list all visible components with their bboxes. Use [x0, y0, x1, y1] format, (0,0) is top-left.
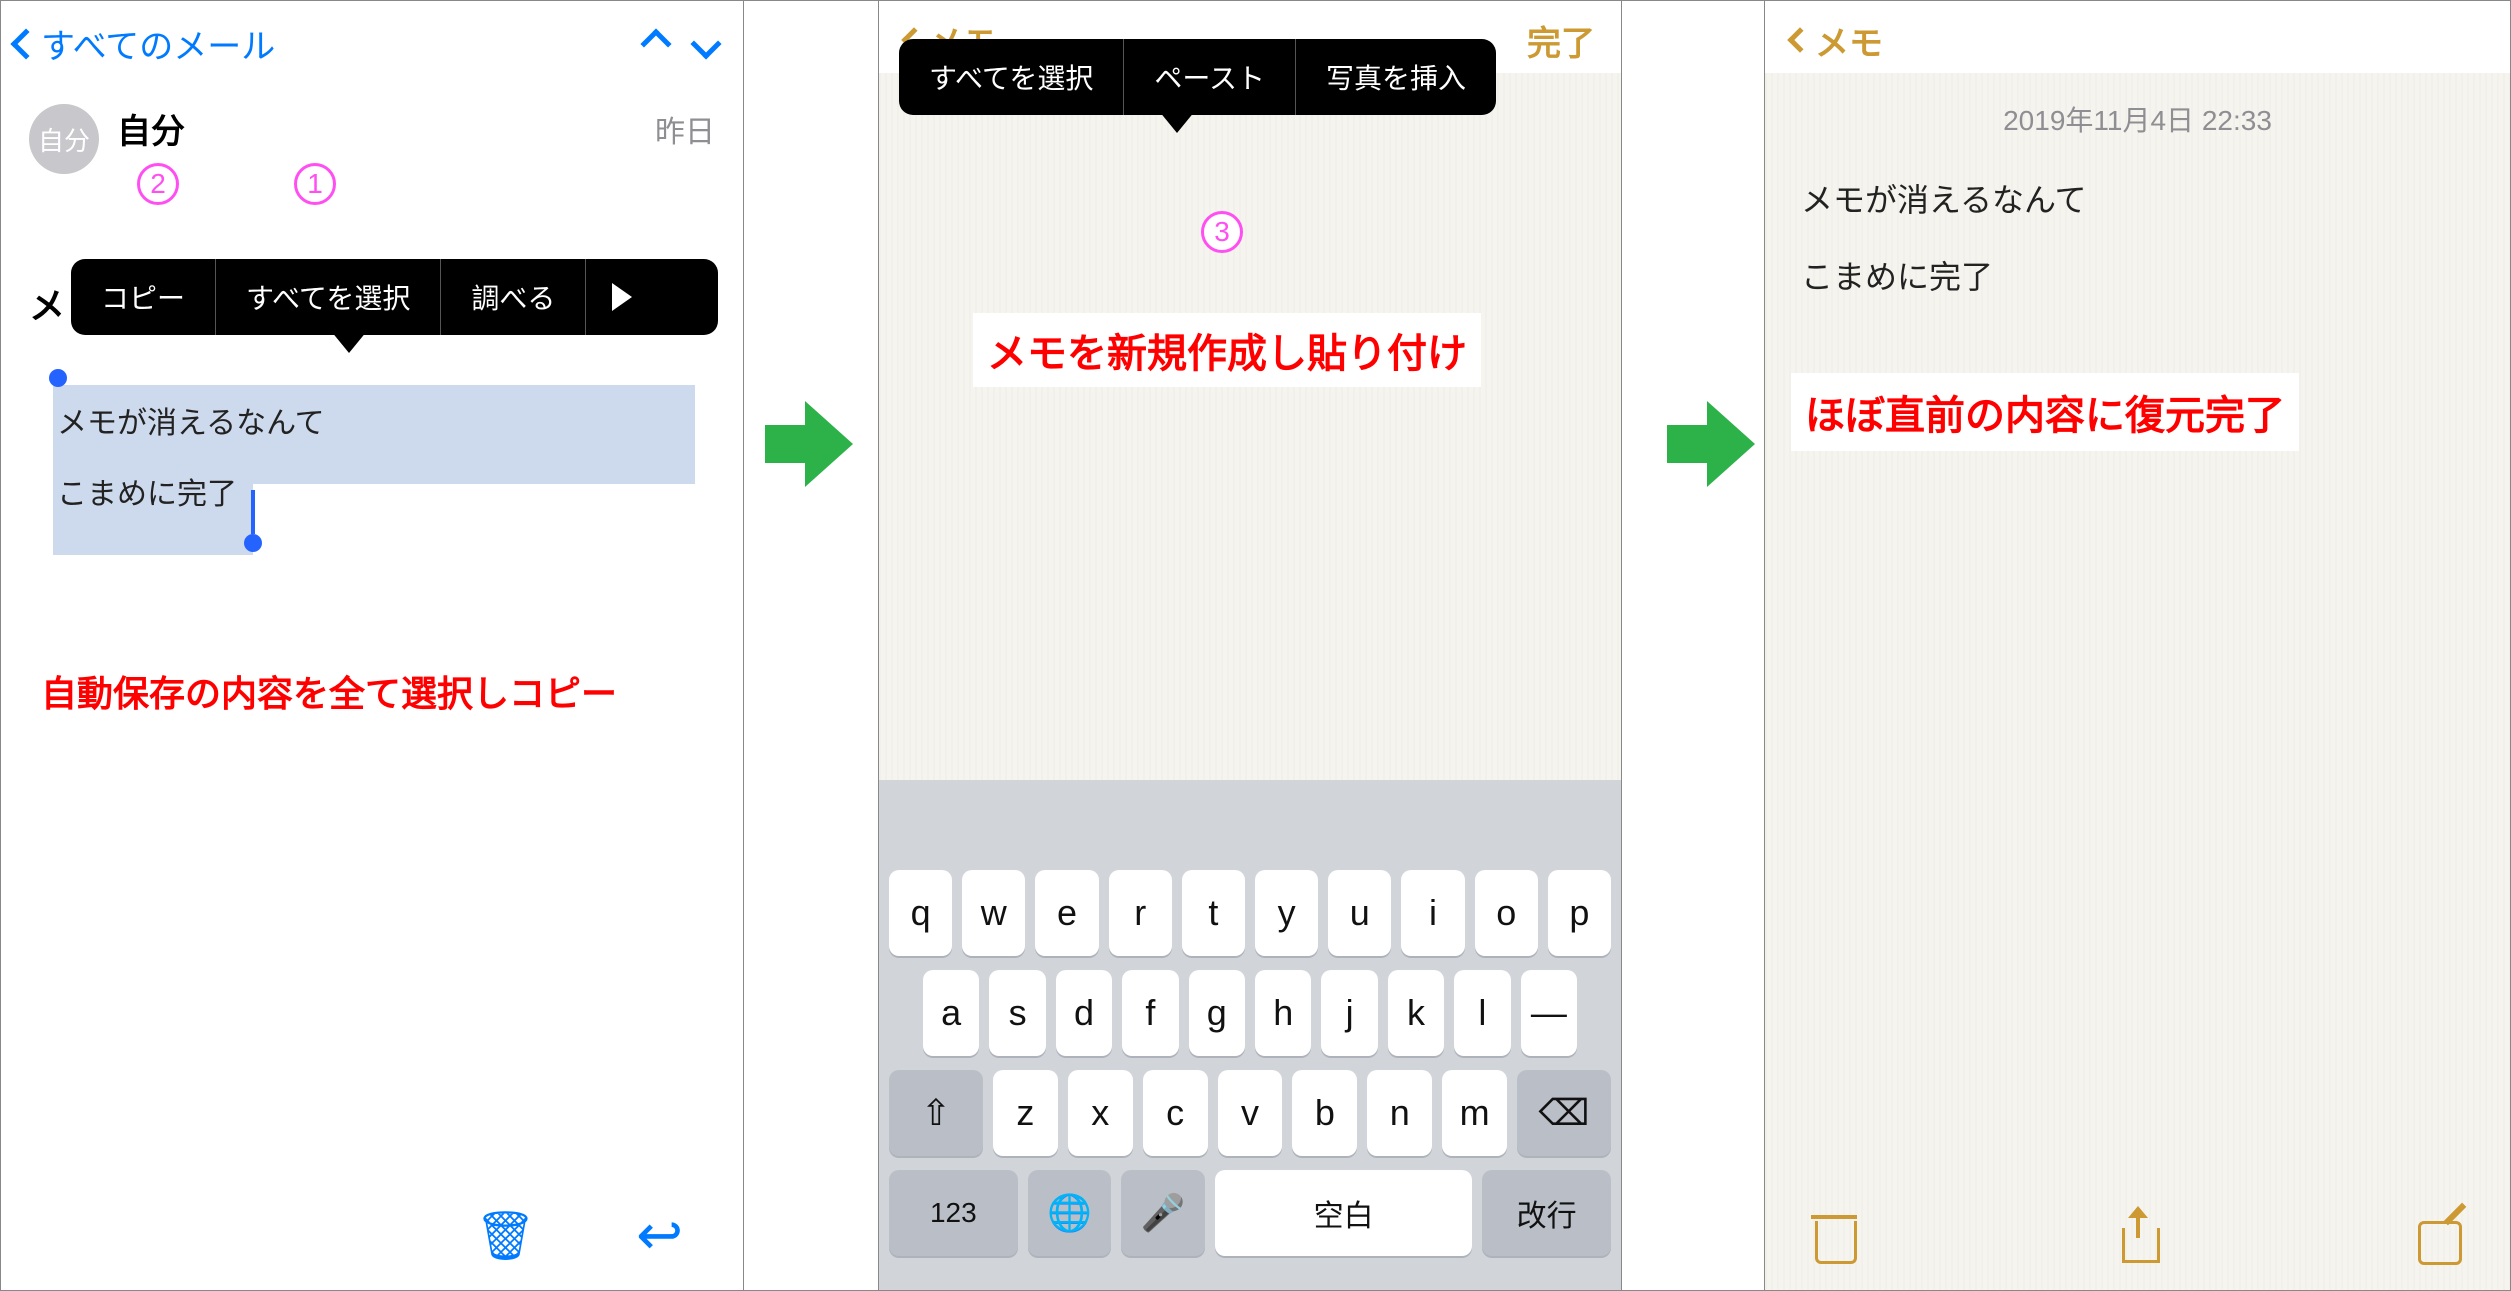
- key-m[interactable]: m: [1442, 1070, 1507, 1156]
- notes-nav-bar: メモ: [1765, 1, 2510, 79]
- key-c[interactable]: c: [1143, 1070, 1208, 1156]
- key-a[interactable]: a: [923, 970, 979, 1056]
- annotation-text: 自動保存の内容を全て選択しコピー: [41, 665, 703, 717]
- menu-separator: [585, 259, 586, 335]
- mail-next-message-button[interactable]: [690, 28, 721, 59]
- mail-message-header: 自分 自分 昨日 2 1: [1, 86, 743, 255]
- step-arrow-icon: [1667, 401, 1751, 487]
- key-w[interactable]: w: [962, 870, 1025, 956]
- trash-icon[interactable]: [475, 1207, 536, 1264]
- context-select-all[interactable]: すべてを選択: [216, 259, 440, 335]
- chevron-left-icon: [10, 28, 41, 59]
- key-q[interactable]: q: [889, 870, 952, 956]
- key-h[interactable]: h: [1255, 970, 1311, 1056]
- avatar: 自分: [29, 104, 99, 174]
- notes-bottom-toolbar: [1765, 1182, 2510, 1290]
- context-copy[interactable]: コピー: [71, 259, 215, 335]
- notes-edit-screen: メモ 完了 すべてを選択 ペースト 写真を挿入 3 メモを新規作成し貼り付け q…: [878, 1, 1622, 1290]
- key-y[interactable]: y: [1255, 870, 1318, 956]
- subject-fragment: メ: [29, 285, 65, 326]
- context-more-icon[interactable]: [612, 283, 692, 311]
- mail-back-label: すべてのメール: [41, 19, 275, 68]
- shift-key[interactable]: ⇧: [889, 1070, 983, 1156]
- mic-key[interactable]: 🎤: [1121, 1170, 1205, 1256]
- key-j[interactable]: j: [1321, 970, 1377, 1056]
- numbers-key[interactable]: 123: [889, 1170, 1018, 1256]
- context-select-all[interactable]: すべてを選択: [899, 39, 1123, 115]
- annotation-text: ほぼ直前の内容に復元完了: [1791, 373, 2299, 451]
- note-timestamp: 2019年11月4日 22:33: [1765, 73, 2510, 139]
- note-line2: こまめに完了: [1801, 244, 2474, 311]
- key-i[interactable]: i: [1401, 870, 1464, 956]
- step-arrow-icon: [765, 401, 849, 487]
- annotation-badge-1: 1: [294, 163, 336, 205]
- key-f[interactable]: f: [1122, 970, 1178, 1056]
- key-s[interactable]: s: [989, 970, 1045, 1056]
- key-b[interactable]: b: [1292, 1070, 1357, 1156]
- mail-bottom-toolbar: [1, 1180, 743, 1290]
- notes-done-button[interactable]: 完了: [1527, 16, 1595, 65]
- note-body[interactable]: メモが消えるなんて こまめに完了: [1765, 139, 2510, 339]
- selected-text-area[interactable]: メモが消えるなんて こまめに完了: [53, 385, 695, 555]
- software-keyboard: qwertyuiop asdfghjkl— ⇧ zxcvbnm ⌫ 123 🌐 …: [879, 780, 1621, 1290]
- notes-back-button[interactable]: メモ: [1791, 16, 1883, 65]
- sender-name: 自分: [117, 104, 185, 153]
- return-key[interactable]: 改行: [1482, 1170, 1611, 1256]
- trash-icon[interactable]: [1811, 1211, 1857, 1261]
- text-context-menu: コピー すべてを選択 調べる: [71, 259, 718, 335]
- key-d[interactable]: d: [1056, 970, 1112, 1056]
- share-icon[interactable]: [2116, 1210, 2160, 1262]
- mail-nav-bar: すべてのメール: [1, 1, 743, 86]
- notes-back-label: メモ: [1815, 16, 1883, 65]
- key-g[interactable]: g: [1189, 970, 1245, 1056]
- key-t[interactable]: t: [1182, 870, 1245, 956]
- key-k[interactable]: k: [1388, 970, 1444, 1056]
- notes-paper-background: すべてを選択 ペースト 写真を挿入 3 メモを新規作成し貼り付け qwertyu…: [879, 73, 1621, 1290]
- text-context-menu: すべてを選択 ペースト 写真を挿入: [899, 39, 1496, 115]
- key-—[interactable]: —: [1521, 970, 1577, 1056]
- backspace-key[interactable]: ⌫: [1517, 1070, 1611, 1156]
- avatar-text: 自分: [38, 121, 90, 158]
- annotation-text: メモを新規作成し貼り付け: [973, 313, 1481, 387]
- chevron-left-icon: [1787, 27, 1812, 52]
- key-x[interactable]: x: [1068, 1070, 1133, 1156]
- key-p[interactable]: p: [1548, 870, 1611, 956]
- key-z[interactable]: z: [993, 1070, 1058, 1156]
- key-o[interactable]: o: [1475, 870, 1538, 956]
- reply-icon[interactable]: [636, 1202, 683, 1268]
- globe-key[interactable]: 🌐: [1028, 1170, 1112, 1256]
- key-r[interactable]: r: [1109, 870, 1172, 956]
- mail-screen: すべてのメール 自分 自分 昨日 2 1 メ コピー すべてを選択: [1, 1, 744, 1290]
- space-key[interactable]: 空白: [1215, 1170, 1472, 1256]
- text-caret-handle[interactable]: [251, 490, 255, 534]
- context-insert-photo[interactable]: 写真を挿入: [1296, 39, 1496, 115]
- notes-paper-background: 2019年11月4日 22:33 メモが消えるなんて こまめに完了 ほぼ直前の内…: [1765, 73, 2510, 1290]
- annotation-badge-3: 3: [1201, 211, 1243, 253]
- note-line1: メモが消えるなんて: [1801, 167, 2474, 234]
- keyboard-suggestion-bar[interactable]: [879, 800, 1621, 870]
- sender-date: 昨日: [655, 107, 715, 151]
- key-u[interactable]: u: [1328, 870, 1391, 956]
- key-l[interactable]: l: [1454, 970, 1510, 1056]
- annotation-badge-2: 2: [137, 163, 179, 205]
- context-paste[interactable]: ペースト: [1124, 39, 1295, 115]
- key-n[interactable]: n: [1367, 1070, 1432, 1156]
- context-lookup[interactable]: 調べる: [441, 259, 585, 335]
- compose-icon[interactable]: [2418, 1213, 2464, 1259]
- mail-prev-message-button[interactable]: [640, 28, 671, 59]
- mail-body-line1: メモが消えるなんて: [57, 395, 685, 452]
- notes-view-screen: メモ 2019年11月4日 22:33 メモが消えるなんて こまめに完了 ほぼ直…: [1764, 1, 2510, 1290]
- mail-back-button[interactable]: すべてのメール: [15, 19, 275, 68]
- key-v[interactable]: v: [1218, 1070, 1283, 1156]
- key-e[interactable]: e: [1035, 870, 1098, 956]
